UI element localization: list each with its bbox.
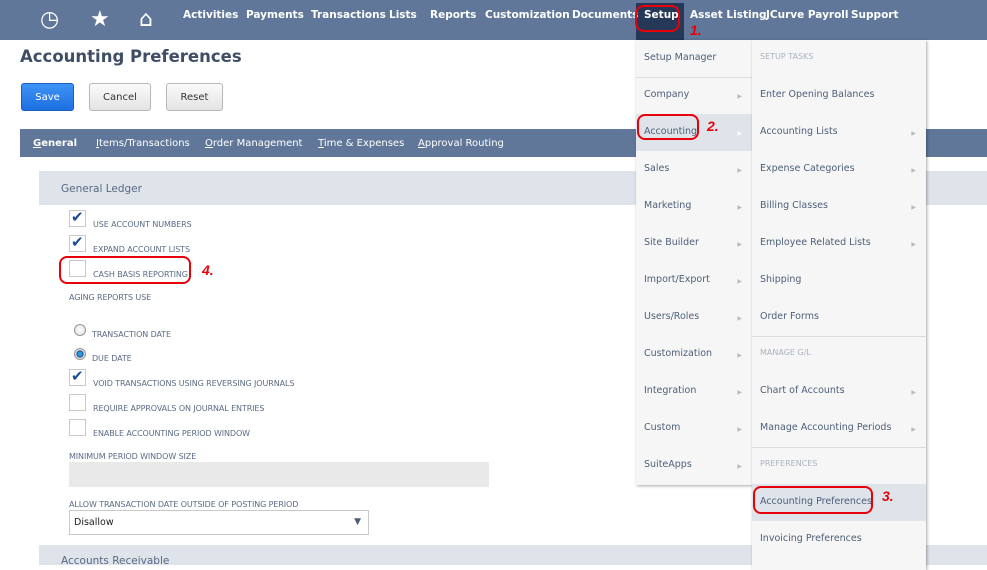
submenu-arrow-icon: ▶ xyxy=(737,93,742,100)
menu-employee-related-lists[interactable]: Employee Related Lists ▶ xyxy=(752,225,926,262)
aging-reports-label: AGING REPORTS USE xyxy=(69,293,152,302)
void-reversing-checkbox[interactable] xyxy=(69,367,86,386)
nav-asset-listing[interactable]: Asset Listing xyxy=(690,9,767,21)
header-setup-tasks: SETUP TASKS xyxy=(760,52,814,61)
setup-menu: Setup Manager Company ▶ Accounting ▶ Sales… xyxy=(636,40,752,485)
menu-manage-accounting-periods[interactable]: Manage Accounting Periods ▶ xyxy=(752,410,926,447)
page-title: Accounting Preferences xyxy=(20,47,242,66)
submenu-arrow-icon: ▶ xyxy=(737,130,742,137)
nav-support[interactable]: Support xyxy=(851,9,898,21)
menu-customization[interactable]: Customization ▶ xyxy=(636,336,752,373)
annotation-ring-accounting xyxy=(637,114,699,140)
menu-site-builder[interactable]: Site Builder ▶ xyxy=(636,225,752,262)
submenu-arrow-icon: ▶ xyxy=(737,352,742,359)
annotation-1: 1. xyxy=(690,22,702,38)
expand-account-lists-label: EXPAND ACCOUNT LISTS xyxy=(93,245,190,254)
menu-integration[interactable]: Integration ▶ xyxy=(636,373,752,410)
chevron-down-icon: ▼ xyxy=(354,517,361,527)
annotation-ring-cash-basis xyxy=(59,256,191,284)
tab-approval-routing[interactable]: Approval Routing xyxy=(418,138,504,149)
annotation-3: 3. xyxy=(882,488,894,504)
home-icon[interactable]: ⌂ xyxy=(139,8,153,32)
require-approvals-checkbox[interactable] xyxy=(69,394,86,411)
active-tab-pointer xyxy=(46,152,56,162)
menu-suiteapps[interactable]: SuiteApps ▶ xyxy=(636,447,752,484)
nav-lists[interactable]: Lists xyxy=(389,9,417,21)
submenu-arrow-icon: ▶ xyxy=(911,167,916,174)
menu-sales[interactable]: Sales ▶ xyxy=(636,151,752,188)
submenu-arrow-icon: ▶ xyxy=(911,426,916,433)
submenu-arrow-icon: ▶ xyxy=(737,241,742,248)
expand-account-lists-checkbox[interactable] xyxy=(69,233,86,252)
menu-import-export[interactable]: Import/Export ▶ xyxy=(636,262,752,299)
nav-jcurve-payroll[interactable]: JCurve Payroll xyxy=(766,9,849,21)
submenu-arrow-icon: ▶ xyxy=(737,315,742,322)
header-manage-gl: MANAGE G/L xyxy=(760,348,811,357)
nav-transactions[interactable]: Transactions xyxy=(311,9,386,21)
enable-period-window-label: ENABLE ACCOUNTING PERIOD WINDOW xyxy=(93,429,250,438)
menu-expense-categories[interactable]: Expense Categories ▶ xyxy=(752,151,926,188)
nav-reports[interactable]: Reports xyxy=(430,9,476,21)
submenu-arrow-icon: ▶ xyxy=(737,278,742,285)
annotation-2: 2. xyxy=(707,118,719,134)
allow-date-value: Disallow xyxy=(74,517,114,528)
submenu-arrow-icon: ▶ xyxy=(911,130,916,137)
menu-marketing[interactable]: Marketing ▶ xyxy=(636,188,752,225)
menu-users-roles[interactable]: Users/Roles ▶ xyxy=(636,299,752,336)
menu-custom[interactable]: Custom ▶ xyxy=(636,410,752,447)
save-button[interactable]: Save xyxy=(21,83,74,111)
header-preferences: PREFERENCES xyxy=(760,459,818,468)
submenu-arrow-icon: ▶ xyxy=(911,389,916,396)
min-window-label: MINIMUM PERIOD WINDOW SIZE xyxy=(69,452,197,461)
nav-payments[interactable]: Payments xyxy=(246,9,304,21)
use-account-numbers-label: USE ACCOUNT NUMBERS xyxy=(93,220,192,229)
submenu-arrow-icon: ▶ xyxy=(737,204,742,211)
nav-customization[interactable]: Customization xyxy=(485,9,570,21)
submenu-arrow-icon: ▶ xyxy=(737,167,742,174)
allow-date-label: ALLOW TRANSACTION DATE OUTSIDE OF POSTIN… xyxy=(69,500,299,509)
enable-period-window-checkbox[interactable] xyxy=(69,419,86,436)
star-icon[interactable]: ★ xyxy=(90,8,110,32)
cancel-button[interactable]: Cancel xyxy=(89,83,151,111)
menu-accounting-lists[interactable]: Accounting Lists ▶ xyxy=(752,114,926,151)
transaction-date-radio[interactable] xyxy=(74,324,86,336)
reset-button[interactable]: Reset xyxy=(166,83,223,111)
annotation-ring-setup xyxy=(635,5,680,32)
menu-setup-manager[interactable]: Setup Manager xyxy=(636,40,752,77)
require-approvals-label: REQUIRE APPROVALS ON JOURNAL ENTRIES xyxy=(93,404,265,413)
menu-company[interactable]: Company ▶ xyxy=(636,77,752,114)
allow-date-select[interactable]: Disallow ▼ xyxy=(69,510,369,535)
submenu-arrow-icon: ▶ xyxy=(737,426,742,433)
use-account-numbers-checkbox[interactable] xyxy=(69,208,86,227)
tab-order-management[interactable]: Order Management xyxy=(205,138,302,149)
submenu-arrow-icon: ▶ xyxy=(911,241,916,248)
nav-activities[interactable]: Activities xyxy=(183,9,238,21)
void-reversing-label: VOID TRANSACTIONS USING REVERSING JOURNA… xyxy=(93,379,295,388)
nav-documents[interactable]: Documents xyxy=(572,9,638,21)
submenu-arrow-icon: ▶ xyxy=(911,204,916,211)
menu-order-forms[interactable]: Order Forms xyxy=(752,299,926,336)
submenu-arrow-icon: ▶ xyxy=(737,389,742,396)
annotation-ring-accounting-preferences xyxy=(753,486,873,514)
tab-general[interactable]: General xyxy=(33,138,77,149)
menu-chart-of-accounts[interactable]: Chart of Accounts ▶ xyxy=(752,373,926,410)
due-date-label: DUE DATE xyxy=(92,354,132,363)
menu-billing-classes[interactable]: Billing Classes ▶ xyxy=(752,188,926,225)
tab-time-expenses[interactable]: Time & Expenses xyxy=(318,138,404,149)
annotation-4: 4. xyxy=(202,262,214,278)
due-date-radio[interactable] xyxy=(74,348,86,360)
menu-enter-opening-balances[interactable]: Enter Opening Balances xyxy=(752,77,926,114)
menu-shipping[interactable]: Shipping xyxy=(752,262,926,299)
transaction-date-label: TRANSACTION DATE xyxy=(92,330,172,339)
menu-invoicing-preferences[interactable]: Invoicing Preferences xyxy=(752,521,926,558)
min-window-input[interactable] xyxy=(69,462,489,487)
recent-icon[interactable]: ◷ xyxy=(40,8,59,32)
tab-items-transactions[interactable]: Items/Transactions xyxy=(96,138,190,149)
submenu-arrow-icon: ▶ xyxy=(737,463,742,470)
